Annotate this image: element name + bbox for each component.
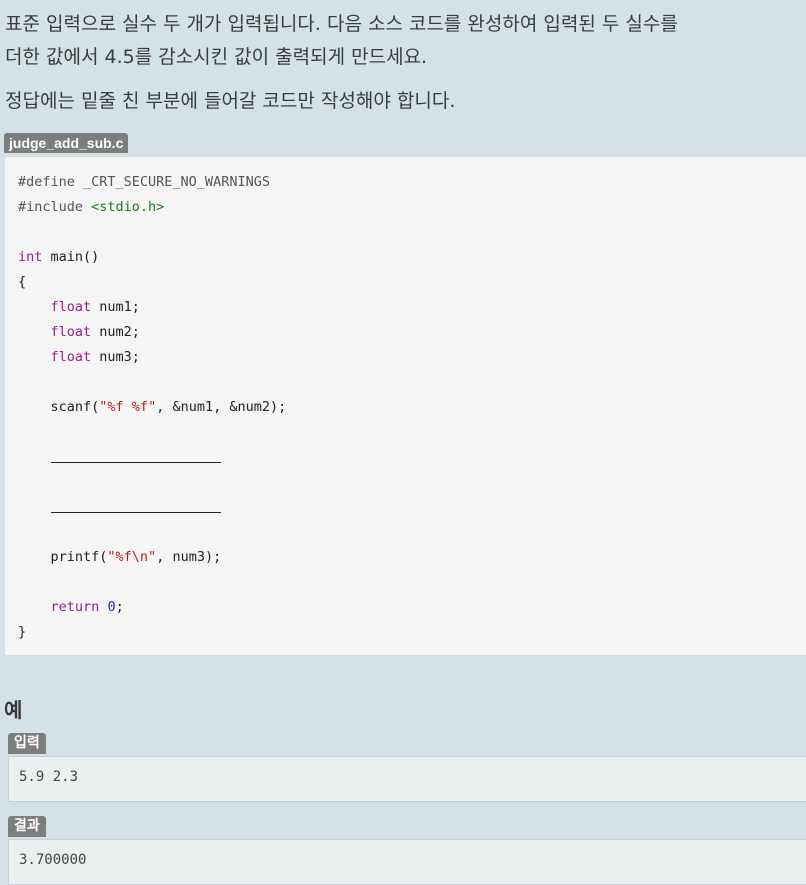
code-line-main: int main() [18, 245, 286, 270]
printf-format-string: "%f\n" [107, 549, 157, 565]
example-heading: 예 [4, 698, 23, 722]
num3-declaration: num3; [91, 349, 140, 365]
code-line-blank-1 [18, 445, 286, 470]
code-line-define: #define _CRT_SECURE_NO_WARNINGS [18, 174, 270, 190]
example-output-box: 3.700000 [8, 839, 806, 885]
code-line-empty [18, 420, 286, 445]
num2-declaration: num2; [91, 324, 140, 340]
code-line-return: return 0; [18, 595, 286, 620]
output-label: 결과 [8, 816, 46, 837]
float-keyword: float [50, 349, 92, 365]
float-keyword: float [50, 299, 92, 315]
example-input-box: 5.9 2.3 [8, 756, 806, 802]
code-line-num1: float num1; [18, 295, 286, 320]
code-block: #define _CRT_SECURE_NO_WARNINGS #include … [4, 156, 806, 656]
float-keyword: float [50, 324, 92, 340]
fill-in-blank-1 [50, 446, 221, 463]
code-listing: #define _CRT_SECURE_NO_WARNINGS #include … [18, 170, 286, 645]
problem-description: 표준 입력으로 실수 두 개가 입력됩니다. 다음 소스 코드를 완성하여 입력… [5, 8, 806, 118]
return-value: 0 [107, 599, 116, 615]
int-keyword: int [18, 249, 43, 265]
scanf-arguments: , &num1, &num2); [156, 399, 287, 415]
scanf-format-string: "%f %f" [99, 399, 157, 415]
source-file-name: judge_add_sub.c [4, 133, 129, 153]
code-line-empty [18, 220, 286, 245]
code-line-scanf: scanf("%f %f", &num1, &num2); [18, 395, 287, 420]
include-directive: #include [18, 199, 92, 215]
description-line-2: 더한 값에서 4.5를 감소시킨 값이 출력되게 만드세요. [5, 46, 428, 68]
scanf-call: scanf( [50, 399, 100, 415]
description-line-1: 표준 입력으로 실수 두 개가 입력됩니다. 다음 소스 코드를 완성하여 입력… [5, 13, 678, 35]
code-line-blank-2 [18, 495, 286, 520]
code-line-num2: float num2; [18, 320, 286, 345]
printf-call: printf( [50, 549, 108, 565]
return-keyword: return [50, 599, 100, 615]
code-line-empty [18, 470, 286, 495]
code-line-num3: float num3; [18, 345, 286, 370]
input-label: 입력 [8, 733, 46, 754]
printf-arguments: , num3); [156, 549, 222, 565]
description-line-3: 정답에는 밑줄 친 부분에 들어갈 코드만 작성해야 합니다. [5, 90, 456, 112]
main-signature: main() [42, 249, 100, 265]
return-semicolon: ; [115, 599, 124, 615]
code-line-printf: printf("%f\n", num3); [18, 545, 286, 570]
code-line-include: #include <stdio.h> [18, 195, 286, 220]
code-line-empty [18, 570, 286, 595]
num1-declaration: num1; [91, 299, 140, 315]
include-header: <stdio.h> [91, 199, 165, 215]
code-line-open-brace: { [18, 274, 27, 290]
code-line-empty [18, 520, 286, 545]
code-line-close-brace: } [18, 624, 27, 640]
code-line-empty [18, 370, 286, 395]
fill-in-blank-2 [50, 496, 221, 513]
